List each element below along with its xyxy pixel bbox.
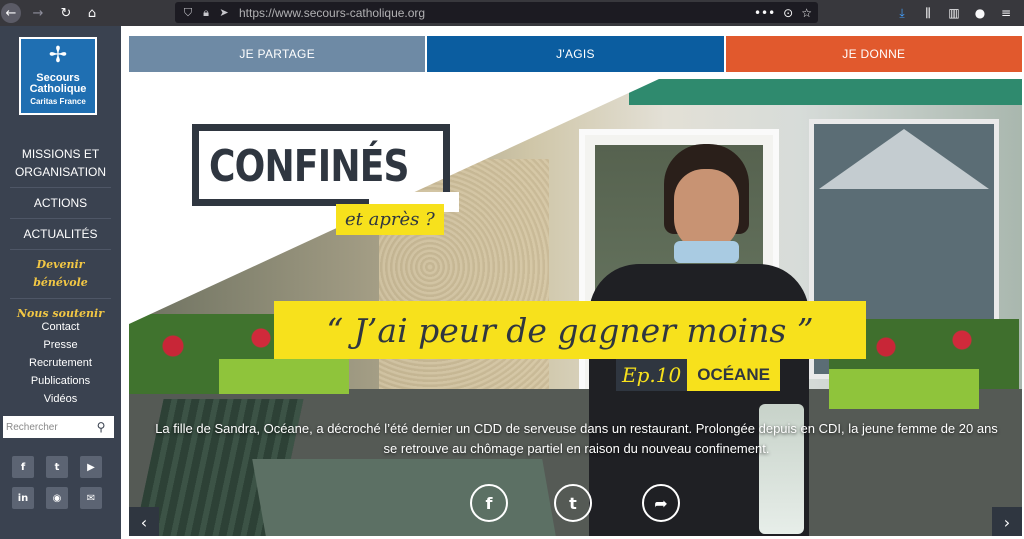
logo-line-2: Catholique	[29, 83, 87, 95]
flower-pot	[829, 369, 979, 409]
hero-quote: “ J’ai peur de gagner moins ”	[274, 301, 866, 359]
rss-icon[interactable]: ◉	[46, 487, 68, 509]
sidebar-icon[interactable]: ▥	[944, 3, 964, 23]
facebook-share-icon[interactable]: f	[470, 484, 508, 522]
hero-title: CONFINÉS	[209, 141, 410, 192]
library-icon[interactable]: ⫼	[918, 3, 938, 23]
main-nav: MISSIONS ET ORGANISATION ACTIONS ACTUALI…	[0, 139, 121, 329]
table	[252, 459, 556, 536]
hero-description: La fille de Sandra, Océane, a décroché l…	[155, 421, 998, 456]
search-input[interactable]	[3, 417, 91, 437]
search-icon[interactable]: ⚲	[91, 420, 111, 434]
twitter-share-icon[interactable]: t	[554, 484, 592, 522]
linkedin-icon[interactable]: in	[12, 487, 34, 509]
flower-pot	[219, 359, 349, 394]
logo-line-3: Caritas France	[30, 97, 86, 106]
share-icon[interactable]: ➦	[642, 484, 680, 522]
forward-icon[interactable]: →	[27, 2, 49, 24]
subnav-item-videos[interactable]: Vidéos	[0, 390, 121, 408]
carousel-next-icon[interactable]: ›	[992, 507, 1022, 536]
location-arrow-icon[interactable]: ➤	[215, 6, 233, 19]
shield-icon[interactable]: ⛉	[179, 6, 197, 20]
nav-item-actualites[interactable]: ACTUALITÉS	[10, 219, 111, 250]
browser-toolbar: ← → ↻ ⌂ ⛉ 🔒︎ ➤ https://www.secours-catho…	[0, 0, 1024, 26]
episode-name: OCÉANE	[687, 359, 780, 391]
back-icon[interactable]: ←	[1, 3, 21, 23]
hero-carousel[interactable]: CONFINÉS et après ? “ J’ai peur de gagne…	[129, 79, 1022, 536]
carousel-prev-icon[interactable]: ‹	[129, 507, 159, 536]
secondary-nav: Contact Presse Recrutement Publications …	[0, 318, 121, 408]
tab-je-partage[interactable]: JE PARTAGE	[129, 36, 426, 72]
url-text[interactable]: https://www.secours-catholique.org	[239, 6, 425, 20]
subnav-item-publications[interactable]: Publications	[0, 372, 121, 390]
cross-icon: ✢	[48, 43, 68, 68]
download-icon[interactable]: ⤓	[892, 3, 912, 23]
hero-subtitle: et après ?	[336, 204, 444, 235]
episode-number: Ep.10	[616, 359, 688, 391]
email-icon[interactable]: ✉	[80, 487, 102, 509]
action-tabs: JE PARTAGE J'AGIS JE DONNE	[129, 36, 1022, 72]
nav-item-devenir-benevole[interactable]: Devenir bénévole	[10, 250, 111, 299]
pocket-icon[interactable]: ⊙	[783, 6, 793, 20]
youtube-icon[interactable]: ▶	[80, 456, 102, 478]
awning	[629, 79, 1022, 105]
subnav-item-presse[interactable]: Presse	[0, 336, 121, 354]
facebook-icon[interactable]: f	[12, 456, 34, 478]
search-box: ⚲	[3, 416, 114, 438]
account-icon[interactable]: ●	[970, 3, 990, 23]
subnav-item-contact[interactable]: Contact	[0, 318, 121, 336]
sidebar: ✢ Secours Catholique Caritas France MISS…	[0, 26, 121, 539]
nav-item-missions[interactable]: MISSIONS ET ORGANISATION	[10, 139, 111, 188]
nav-item-actions[interactable]: ACTIONS	[10, 188, 111, 219]
more-icon[interactable]: •••	[754, 6, 775, 20]
twitter-icon[interactable]: t	[46, 456, 68, 478]
url-bar[interactable]: ⛉ 🔒︎ ➤ https://www.secours-catholique.or…	[175, 2, 818, 23]
episode-label: Ep.10 OCÉANE	[616, 359, 780, 391]
bookmark-star-icon[interactable]: ☆	[801, 6, 812, 20]
menu-icon[interactable]: ≡	[996, 3, 1016, 23]
subnav-item-recrutement[interactable]: Recrutement	[0, 354, 121, 372]
lock-icon[interactable]: 🔒︎	[197, 6, 215, 20]
logo[interactable]: ✢ Secours Catholique Caritas France	[19, 37, 97, 115]
reload-icon[interactable]: ↻	[55, 2, 77, 24]
home-icon[interactable]: ⌂	[81, 2, 103, 24]
tab-j-agis[interactable]: J'AGIS	[427, 36, 724, 72]
tab-je-donne[interactable]: JE DONNE	[725, 36, 1022, 72]
social-links: f t ▶ in ◉ ✉	[12, 456, 112, 509]
